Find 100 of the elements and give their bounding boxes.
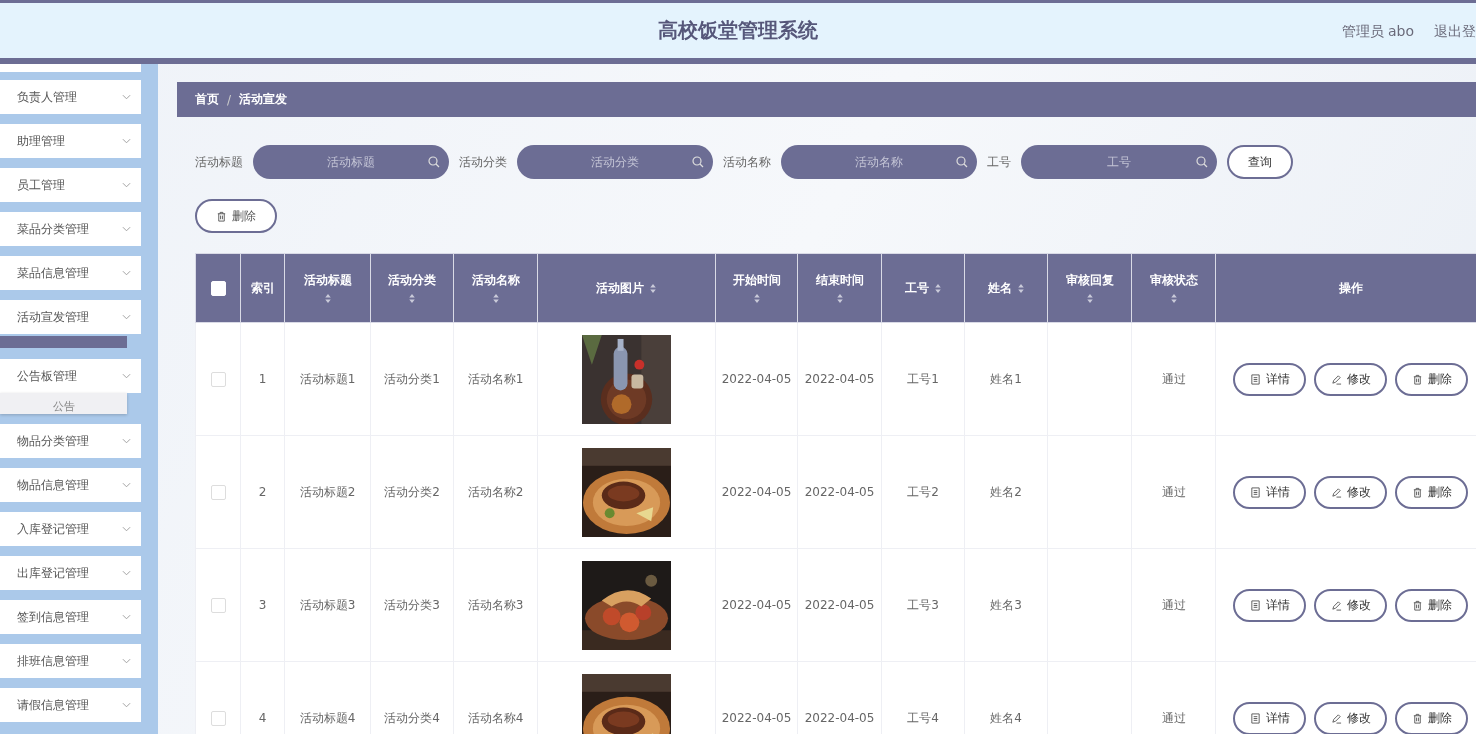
table-cell: 活动名称3 bbox=[467, 597, 524, 612]
sidebar-item[interactable]: 菜品信息管理 bbox=[0, 256, 141, 290]
search-icon bbox=[428, 156, 440, 168]
sidebar-item[interactable]: 公告板管理 bbox=[0, 359, 141, 393]
sidebar-item[interactable]: 请假信息管理 bbox=[0, 688, 141, 722]
edit-button[interactable]: 修改 bbox=[1314, 588, 1387, 622]
delete-button[interactable]: 删除 bbox=[1395, 475, 1468, 509]
pencil-icon bbox=[1330, 486, 1342, 498]
select-all-checkbox[interactable] bbox=[210, 280, 226, 296]
table-cell: 活动标题1 bbox=[299, 371, 356, 386]
table-cell: 姓名3 bbox=[990, 597, 1022, 612]
sidebar-item[interactable]: 菜品分类管理 bbox=[0, 212, 141, 246]
detail-button[interactable]: 详情 bbox=[1233, 588, 1306, 622]
table-cell: 通过 bbox=[1161, 597, 1186, 612]
column-header: 操作 bbox=[1338, 279, 1363, 297]
delete-button[interactable]: 删除 bbox=[195, 199, 277, 233]
delete-button[interactable]: 删除 bbox=[1395, 588, 1468, 622]
delete-button[interactable]: 删除 bbox=[1395, 362, 1468, 396]
search-field[interactable]: 工号 bbox=[1021, 145, 1217, 179]
delete-button[interactable]: 删除 bbox=[1395, 701, 1468, 734]
sidebar-item[interactable]: 入库登记管理 bbox=[0, 512, 141, 546]
sidebar-item[interactable]: 活动宣发管理 bbox=[0, 300, 141, 334]
chevron-icon bbox=[122, 182, 131, 188]
row-checkbox[interactable] bbox=[210, 371, 226, 387]
edit-button[interactable]: 修改 bbox=[1314, 362, 1387, 396]
sort-icon[interactable] bbox=[649, 282, 657, 294]
document-icon bbox=[1249, 712, 1261, 724]
trash-icon bbox=[1411, 373, 1423, 385]
sort-icon[interactable] bbox=[835, 293, 844, 304]
row-checkbox[interactable] bbox=[210, 597, 226, 613]
sidebar-item[interactable]: 员工管理 bbox=[0, 168, 141, 202]
column-header: 活动名称 bbox=[471, 272, 520, 289]
table-cell: 通过 bbox=[1161, 710, 1186, 725]
breadcrumb-item[interactable]: 活动宣发 bbox=[239, 91, 288, 108]
sidebar-item[interactable]: 负责人管理 bbox=[0, 80, 141, 114]
document-icon bbox=[1249, 599, 1261, 611]
sort-icon[interactable] bbox=[752, 293, 761, 304]
table-cell: 2022-04-05 bbox=[804, 597, 875, 612]
search-field[interactable]: 活动标题 bbox=[253, 145, 449, 179]
chevron-icon bbox=[122, 570, 131, 576]
pencil-icon bbox=[1330, 599, 1342, 611]
column-header: 活动标题 bbox=[303, 272, 352, 289]
trash-icon bbox=[1411, 712, 1423, 724]
column-header: 活动图片 bbox=[596, 279, 644, 297]
table-cell: 4 bbox=[258, 710, 267, 725]
table-cell: 2 bbox=[258, 484, 267, 499]
table-cell: 姓名2 bbox=[990, 484, 1022, 499]
table-cell: 通过 bbox=[1161, 484, 1186, 499]
chevron-icon bbox=[122, 526, 131, 532]
search-field[interactable]: 活动分类 bbox=[517, 145, 713, 179]
chevron-icon bbox=[122, 702, 131, 708]
detail-button[interactable]: 详情 bbox=[1233, 701, 1306, 734]
breadcrumb-item[interactable]: 首页 bbox=[195, 91, 219, 108]
field-label: 活动标题 bbox=[195, 153, 243, 171]
field-label: 工号 bbox=[987, 153, 1011, 171]
field-label: 活动名称 bbox=[723, 153, 771, 171]
edit-button[interactable]: 修改 bbox=[1314, 475, 1387, 509]
detail-button[interactable]: 详情 bbox=[1233, 362, 1306, 396]
sidebar-item[interactable]: 排班信息管理 bbox=[0, 644, 141, 678]
table-cell: 活动标题3 bbox=[299, 597, 356, 612]
table-cell: 通过 bbox=[1161, 371, 1186, 386]
table-cell: 活动分类2 bbox=[384, 484, 440, 499]
column-header: 结束时间 bbox=[815, 272, 864, 289]
sort-icon[interactable] bbox=[491, 293, 500, 304]
sort-icon[interactable] bbox=[933, 282, 942, 294]
table-cell: 2022-04-05 bbox=[721, 484, 792, 499]
logout-link[interactable]: 退出登 bbox=[1434, 23, 1476, 41]
column-header: 索引 bbox=[250, 279, 275, 297]
row-checkbox[interactable] bbox=[210, 484, 226, 500]
sort-icon[interactable] bbox=[323, 293, 332, 304]
sort-icon[interactable] bbox=[1016, 282, 1025, 294]
user-name: 管理员 abo bbox=[1341, 23, 1414, 41]
sidebar-item[interactable]: 签到信息管理 bbox=[0, 600, 141, 634]
sidebar-item[interactable]: 出库登记管理 bbox=[0, 556, 141, 590]
table-cell: 2022-04-05 bbox=[804, 371, 875, 386]
search-icon bbox=[956, 156, 968, 168]
chevron-icon bbox=[122, 614, 131, 620]
table-cell: 活动分类3 bbox=[384, 597, 440, 612]
detail-button[interactable]: 详情 bbox=[1233, 475, 1306, 509]
pencil-icon bbox=[1330, 712, 1342, 724]
sort-icon[interactable] bbox=[408, 293, 416, 304]
chevron-icon bbox=[122, 138, 131, 144]
query-button[interactable]: 查询 bbox=[1227, 145, 1293, 179]
table-cell: 姓名1 bbox=[990, 371, 1022, 386]
chevron-icon bbox=[122, 94, 131, 100]
sidebar-item[interactable]: 物品分类管理 bbox=[0, 424, 141, 458]
field-label: 活动分类 bbox=[459, 153, 507, 171]
chevron-icon bbox=[122, 438, 131, 444]
sidebar-item[interactable]: 助理管理 bbox=[0, 124, 141, 158]
search-icon bbox=[1196, 156, 1208, 168]
row-checkbox[interactable] bbox=[210, 710, 226, 726]
edit-button[interactable]: 修改 bbox=[1314, 701, 1387, 734]
table-cell: 活动名称2 bbox=[467, 484, 524, 499]
document-icon bbox=[1249, 373, 1261, 385]
sort-icon[interactable] bbox=[1085, 293, 1094, 304]
search-field[interactable]: 活动名称 bbox=[781, 145, 977, 179]
sidebar-item[interactable]: 物品信息管理 bbox=[0, 468, 141, 502]
table-cell: 姓名4 bbox=[990, 710, 1022, 725]
sort-icon[interactable] bbox=[1169, 293, 1178, 304]
trash-icon bbox=[216, 210, 227, 222]
